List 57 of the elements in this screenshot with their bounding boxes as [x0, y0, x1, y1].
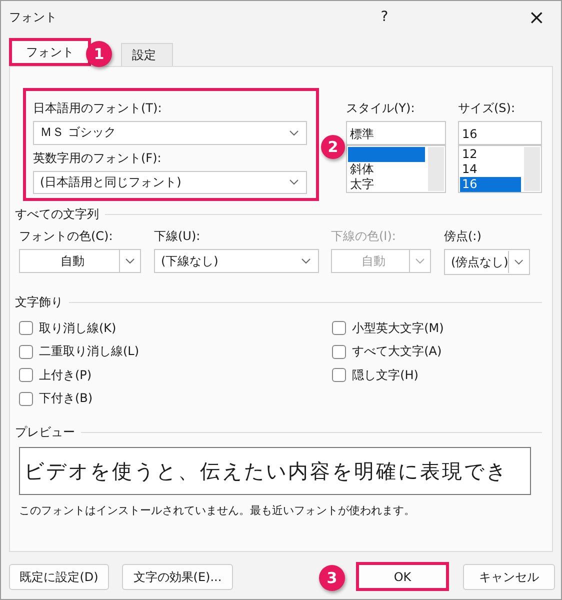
chevron-icon [289, 179, 299, 186]
checkbox[interactable] [19, 321, 33, 336]
checkbox-label[interactable]: 隠し文字(H) [352, 366, 418, 384]
chevron-icon [289, 130, 299, 136]
checkbox-label[interactable]: 取り消し線(K) [39, 320, 116, 337]
dropdown[interactable]: (下線なし) [154, 249, 319, 273]
font-dropdown[interactable]: (日本語用と同じフォント) [33, 170, 307, 194]
chevron-icon [301, 258, 311, 264]
step-badge: 3 [319, 565, 345, 591]
step-badge: 1 [86, 41, 112, 67]
size-list[interactable]: 12 14 16 [458, 145, 542, 193]
checkbox[interactable] [19, 392, 33, 406]
style-field[interactable]: 標準 [346, 121, 446, 145]
field-label: 下線の色(I): [331, 228, 397, 245]
dialog-button[interactable]: キャンセル [463, 564, 555, 590]
checkbox[interactable] [332, 321, 346, 336]
section-title: すべての文字列 [15, 206, 99, 222]
checkbox-label[interactable]: 下付き(B) [39, 390, 93, 408]
scrollbar[interactable] [524, 147, 540, 191]
checkbox-label[interactable]: すべて大文字(A) [352, 343, 442, 360]
checkbox[interactable] [19, 368, 33, 382]
field-label: 傍点(:) [444, 228, 482, 245]
tab[interactable]: フォント [9, 38, 91, 66]
preview-text: ビデオを使うと、伝えたい内容を明確に表現でき [24, 458, 508, 484]
tab[interactable]: 設定 [121, 43, 173, 66]
dialog-button[interactable]: 既定に設定(D) [9, 564, 109, 590]
dialog-button[interactable]: 文字の効果(E)... [122, 564, 233, 590]
dropdown[interactable]: (傍点なし) [444, 249, 530, 275]
dialog-button[interactable]: OK [356, 562, 449, 591]
field-label: フォントの色(C): [19, 228, 114, 245]
list-item[interactable]: 太字 [348, 177, 425, 192]
field-label: サイズ(S): [458, 100, 516, 117]
list-item[interactable]: 16 [460, 177, 521, 192]
size-field[interactable]: 16 [458, 121, 542, 145]
field-label: スタイル(Y): [346, 100, 416, 117]
style-list[interactable]: 斜体 太字 [346, 145, 446, 193]
window-title: フォント [9, 8, 58, 26]
field-label: 下線(U): [154, 228, 202, 245]
help-button[interactable]: ? [380, 9, 388, 25]
close-button[interactable]: × [528, 5, 545, 29]
field-label: 日本語用のフォント(T): [33, 100, 163, 117]
list-item[interactable]: 12 [460, 147, 521, 162]
field-label: 英数字用のフォント(F): [33, 150, 162, 166]
checkbox[interactable] [19, 344, 33, 359]
checkbox-label[interactable]: 小型英大文字(M) [352, 320, 444, 337]
list-item[interactable]: 斜体 [348, 162, 425, 177]
dropdown[interactable]: 自動 [19, 249, 141, 273]
checkbox-label[interactable]: 二重取り消し線(L) [39, 343, 140, 360]
font-dropdown[interactable]: ＭＳ ゴシック [33, 121, 307, 144]
font-note: このフォントはインストールされていません。最も近いフォントが使われます。 [19, 503, 416, 518]
list-item[interactable]: 14 [460, 162, 521, 177]
section-title: 文字飾り [15, 294, 63, 310]
checkbox[interactable] [332, 344, 346, 359]
scrollbar[interactable] [428, 147, 444, 191]
checkbox-label[interactable]: 上付き(P) [39, 366, 92, 384]
section-title: プレビュー [15, 424, 75, 440]
checkbox[interactable] [332, 368, 346, 382]
